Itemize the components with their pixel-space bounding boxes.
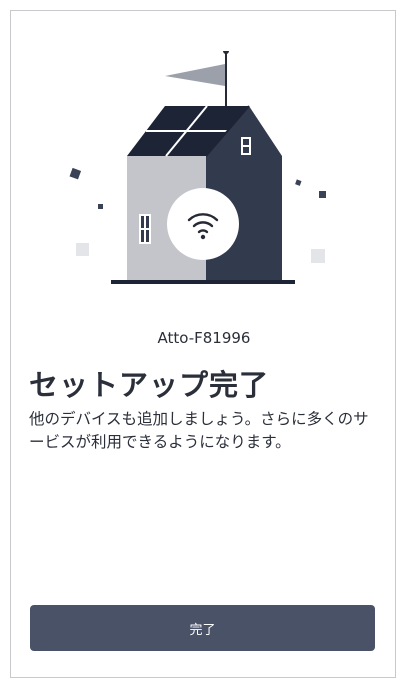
wifi-icon-dot (200, 234, 206, 240)
confetti-piece (98, 204, 103, 209)
side-window-pane (141, 230, 144, 242)
wifi-badge (167, 188, 239, 260)
device-name: Atto-F81996 (157, 329, 251, 347)
screen-frame: Atto-F81996 セットアップ完了 他のデバイスも追加しましょう。さらに多… (10, 10, 396, 678)
side-window-pane (141, 216, 144, 228)
confetti-piece (311, 249, 325, 263)
gable-window-pane (243, 139, 249, 145)
house-wifi-illustration (69, 51, 326, 284)
flag-pole-top (223, 51, 229, 54)
side-window (139, 214, 151, 244)
done-button[interactable]: 完了 (30, 605, 375, 651)
confetti-piece (319, 191, 326, 198)
confetti-piece (76, 243, 89, 256)
confetti-piece (69, 167, 82, 180)
page-title: セットアップ完了 (29, 368, 270, 402)
side-window-pane (146, 230, 149, 242)
page-description: 他のデバイスも追加しましょう。さらに多くのサービスが利用できるようになります。 (29, 410, 369, 451)
side-window-pane (146, 216, 149, 228)
confetti-piece (295, 179, 302, 186)
flag (165, 64, 225, 86)
gable-window-pane (243, 147, 249, 153)
ground-line (111, 280, 295, 284)
